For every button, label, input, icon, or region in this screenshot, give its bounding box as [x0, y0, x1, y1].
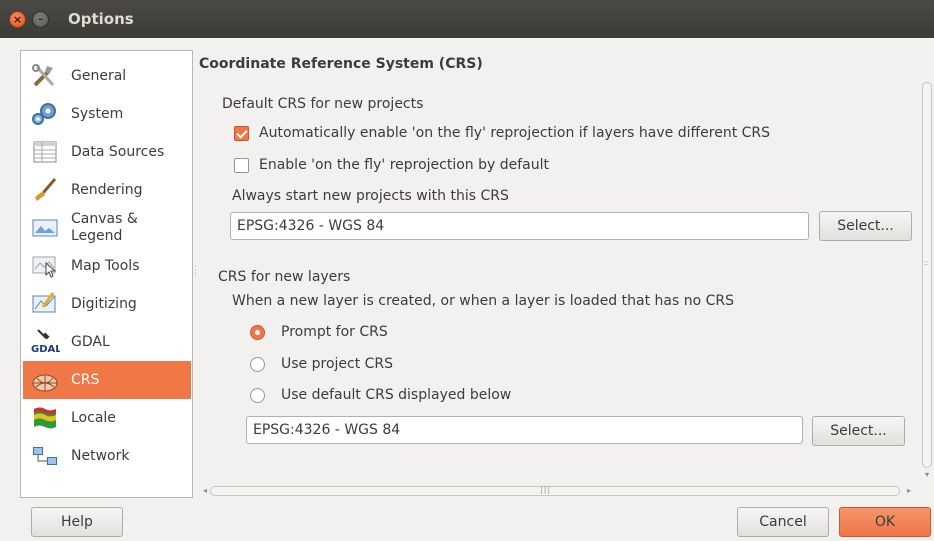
minimize-window-button[interactable]: –	[32, 11, 49, 28]
horizontal-scrollbar[interactable]: ◂ ||| ▸	[200, 484, 914, 498]
sidebar-item-crs[interactable]: CRS	[23, 361, 191, 399]
table-icon	[27, 138, 63, 166]
digitizing-icon	[27, 290, 63, 318]
help-button[interactable]: Help	[31, 507, 123, 537]
project-crs-radio[interactable]	[250, 356, 265, 372]
vertical-scrollbar[interactable]: – – ▾	[920, 82, 934, 482]
sidebar-item-label: Digitizing	[71, 295, 137, 312]
gdal-icon: GDAL	[27, 328, 63, 356]
network-icon	[27, 442, 63, 470]
project-crs-radio-row[interactable]: Use project CRS	[250, 356, 393, 372]
gears-icon	[27, 100, 63, 128]
map-tools-icon	[27, 252, 63, 280]
ok-button[interactable]: OK	[839, 507, 931, 537]
default-crs-radio-row[interactable]: Use default CRS displayed below	[250, 387, 511, 403]
sidebar-item-system[interactable]: System	[23, 95, 191, 133]
layers-crs-description: When a new layer is created, or when a l…	[232, 293, 734, 309]
svg-text:GDAL: GDAL	[31, 344, 60, 355]
sidebar-item-digitizing[interactable]: Digitizing	[23, 285, 191, 323]
default-crs-radio[interactable]	[250, 387, 265, 403]
crs-settings-panel: Coordinate Reference System (CRS) Defaul…	[196, 50, 916, 498]
sidebar-item-data-sources[interactable]: Data Sources	[23, 133, 191, 171]
sidebar-item-general[interactable]: General	[23, 57, 191, 95]
sidebar-item-label: Map Tools	[71, 257, 140, 274]
sidebar-item-rendering[interactable]: Rendering	[23, 171, 191, 209]
cancel-button[interactable]: Cancel	[737, 507, 829, 537]
select-layer-crs-button[interactable]: Select...	[812, 416, 905, 446]
canvas-icon	[27, 214, 63, 242]
auto-reproject-checkbox[interactable]	[234, 125, 249, 141]
project-crs-label: Use project CRS	[281, 356, 394, 372]
sidebar-item-label: General	[71, 67, 127, 84]
enable-otf-checkbox[interactable]	[234, 157, 249, 173]
scroll-grip-icon: |||	[540, 485, 552, 494]
sidebar-item-gdal[interactable]: GDAL GDAL	[23, 323, 191, 361]
options-dialog: × – Options General System Data Sources	[0, 0, 934, 541]
flag-icon	[27, 404, 63, 432]
sidebar-item-label: Rendering	[71, 181, 143, 198]
close-window-button[interactable]: ×	[9, 11, 26, 28]
default-crs-group-title: Default CRS for new projects	[222, 96, 424, 112]
sidebar-item-label: Locale	[71, 409, 116, 426]
always-start-label: Always start new projects with this CRS	[232, 188, 509, 204]
auto-reproject-label: Automatically enable 'on the fly' reproj…	[259, 125, 771, 141]
sidebar-item-label: CRS	[71, 371, 100, 388]
horizontal-scroll-track[interactable]	[210, 486, 900, 496]
title-bar: × – Options	[0, 0, 934, 38]
sidebar-item-label: System	[71, 105, 124, 122]
options-sidebar: General System Data Sources Rendering Ca…	[20, 50, 193, 498]
tools-icon	[27, 62, 63, 90]
sidebar-item-label: Network	[71, 447, 130, 464]
sidebar-item-label: Data Sources	[71, 143, 165, 160]
prompt-crs-radio-row[interactable]: Prompt for CRS	[250, 324, 388, 340]
auto-reproject-checkbox-row[interactable]: Automatically enable 'on the fly' reproj…	[234, 125, 770, 141]
sidebar-item-label: GDAL	[71, 333, 110, 350]
project-crs-field[interactable]: EPSG:4326 - WGS 84	[230, 212, 809, 240]
section-title: Coordinate Reference System (CRS)	[199, 56, 483, 72]
select-project-crs-button[interactable]: Select...	[819, 211, 912, 241]
window-title: Options	[68, 10, 134, 28]
sidebar-item-locale[interactable]: Locale	[23, 399, 191, 437]
layer-crs-field[interactable]: EPSG:4326 - WGS 84	[246, 416, 803, 444]
brush-icon	[27, 176, 63, 204]
enable-otf-checkbox-row[interactable]: Enable 'on the fly' reprojection by defa…	[234, 157, 549, 173]
prompt-crs-label: Prompt for CRS	[281, 324, 388, 340]
globe-icon	[27, 366, 63, 394]
vertical-scroll-track[interactable]	[922, 82, 932, 468]
scroll-down-icon[interactable]: ▾	[920, 470, 934, 480]
sidebar-item-label: Canvas & Legend	[71, 211, 138, 244]
sidebar-item-map-tools[interactable]: Map Tools	[23, 247, 191, 285]
scroll-right-icon[interactable]: ▸	[904, 486, 914, 496]
layers-crs-group-title: CRS for new layers	[218, 269, 351, 285]
sidebar-item-network[interactable]: Network	[23, 437, 191, 475]
enable-otf-label: Enable 'on the fly' reprojection by defa…	[259, 157, 550, 173]
scroll-left-icon[interactable]: ◂	[200, 486, 210, 496]
sidebar-item-canvas-legend[interactable]: Canvas & Legend	[23, 209, 191, 247]
prompt-crs-radio[interactable]	[250, 324, 265, 340]
scroll-grip-icon: – –	[924, 257, 928, 268]
default-crs-label: Use default CRS displayed below	[281, 387, 512, 403]
